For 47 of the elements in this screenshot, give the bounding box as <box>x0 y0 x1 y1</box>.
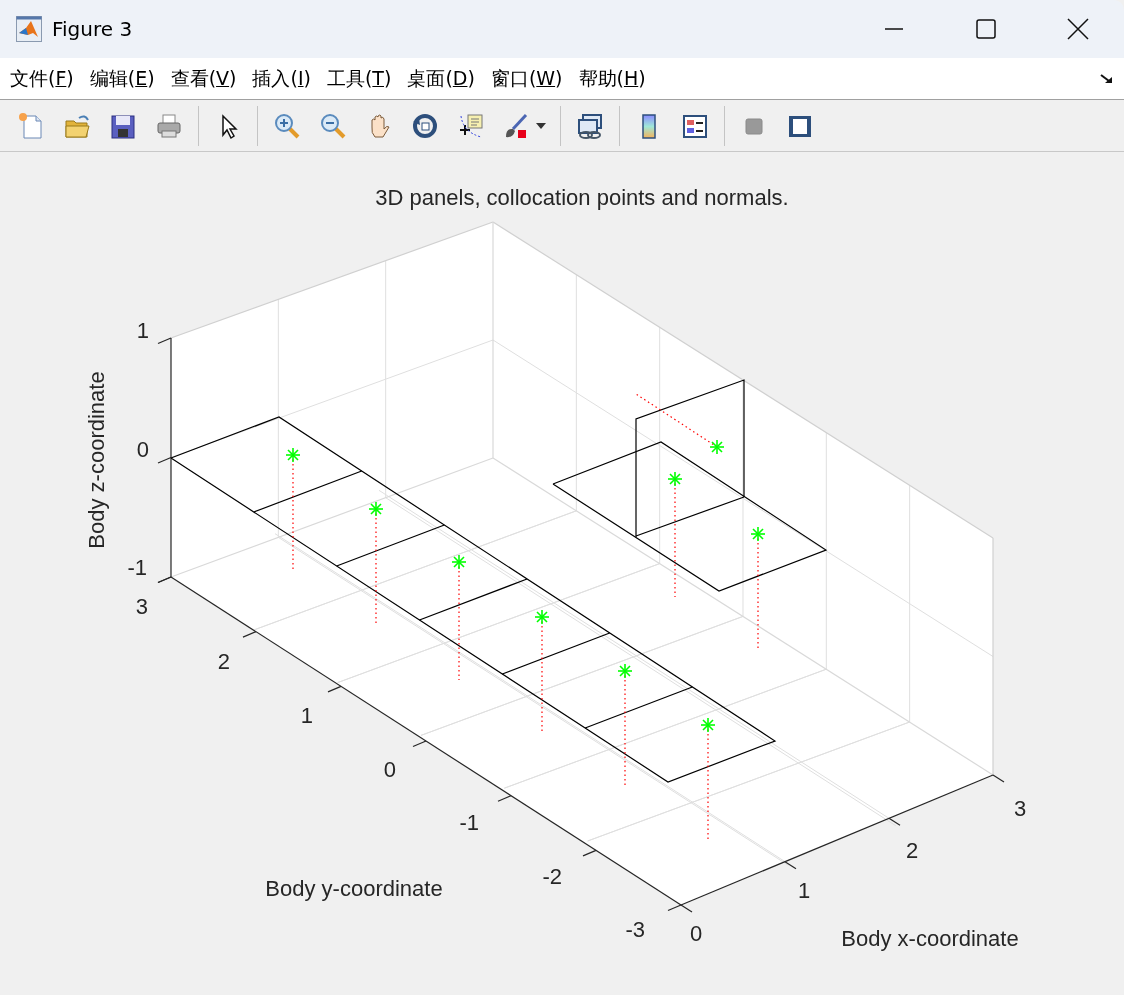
link-icon[interactable] <box>576 111 604 140</box>
menu-item[interactable]: 窗口(W) <box>490 65 563 92</box>
tick-label: -1 <box>127 555 147 580</box>
menu-item[interactable]: 桌面(D) <box>407 65 475 92</box>
tick-label: 2 <box>906 838 919 863</box>
data-tip-icon[interactable] <box>457 111 485 140</box>
tick-label: 0 <box>383 757 396 782</box>
plot-title: 3D panels, collocation points and normals. <box>375 185 789 210</box>
tick-label: 3 <box>1014 796 1027 821</box>
maximize-icon[interactable] <box>976 19 996 39</box>
collocation-point-marker <box>285 447 301 463</box>
collocation-point-marker <box>709 439 725 455</box>
tick-label: -1 <box>459 810 479 835</box>
collocation-point-marker <box>368 501 384 517</box>
tick-label: 2 <box>217 649 230 674</box>
tick-label: 3 <box>135 594 148 619</box>
tick-label: 1 <box>136 318 149 343</box>
app-logo-icon <box>16 16 42 42</box>
collocation-point-marker <box>534 609 550 625</box>
collocation-point-marker <box>617 663 633 679</box>
collocation-point-marker <box>700 717 716 733</box>
menu-item[interactable]: 工具(T) <box>326 65 392 92</box>
axis-label: Body x-coordinate <box>841 926 1019 951</box>
tick-label: 0 <box>690 921 703 946</box>
menu-item[interactable]: 编辑(E) <box>89 65 155 92</box>
zoom-out-icon[interactable] <box>319 111 347 140</box>
menu-item[interactable]: 插入(I) <box>252 65 311 92</box>
zoom-in-icon[interactable] <box>273 111 301 140</box>
tick-label: -2 <box>542 864 562 889</box>
tick-label: 1 <box>798 878 811 903</box>
collocation-point-marker <box>667 471 683 487</box>
collocation-point-marker <box>451 554 467 570</box>
printer-icon[interactable] <box>155 111 183 140</box>
rotate-icon[interactable] <box>411 111 439 140</box>
menu-item[interactable]: 帮助(H) <box>578 65 646 92</box>
collocation-point-marker <box>750 526 766 542</box>
dropdown-caret-icon[interactable] <box>536 122 546 129</box>
axis-label: Body z-coordinate <box>84 371 109 549</box>
menu-item[interactable]: 查看(V) <box>170 65 237 92</box>
axis-label: Body y-coordinate <box>265 876 443 901</box>
window-title: Figure 3 <box>52 17 133 41</box>
tick-label: 0 <box>136 437 149 462</box>
tick-label: 1 <box>300 703 313 728</box>
tick-label: -3 <box>625 917 645 942</box>
close-icon[interactable] <box>1067 18 1089 40</box>
expand-arrow-icon[interactable] <box>1100 72 1114 85</box>
menu-item[interactable]: 文件(F) <box>10 65 74 92</box>
